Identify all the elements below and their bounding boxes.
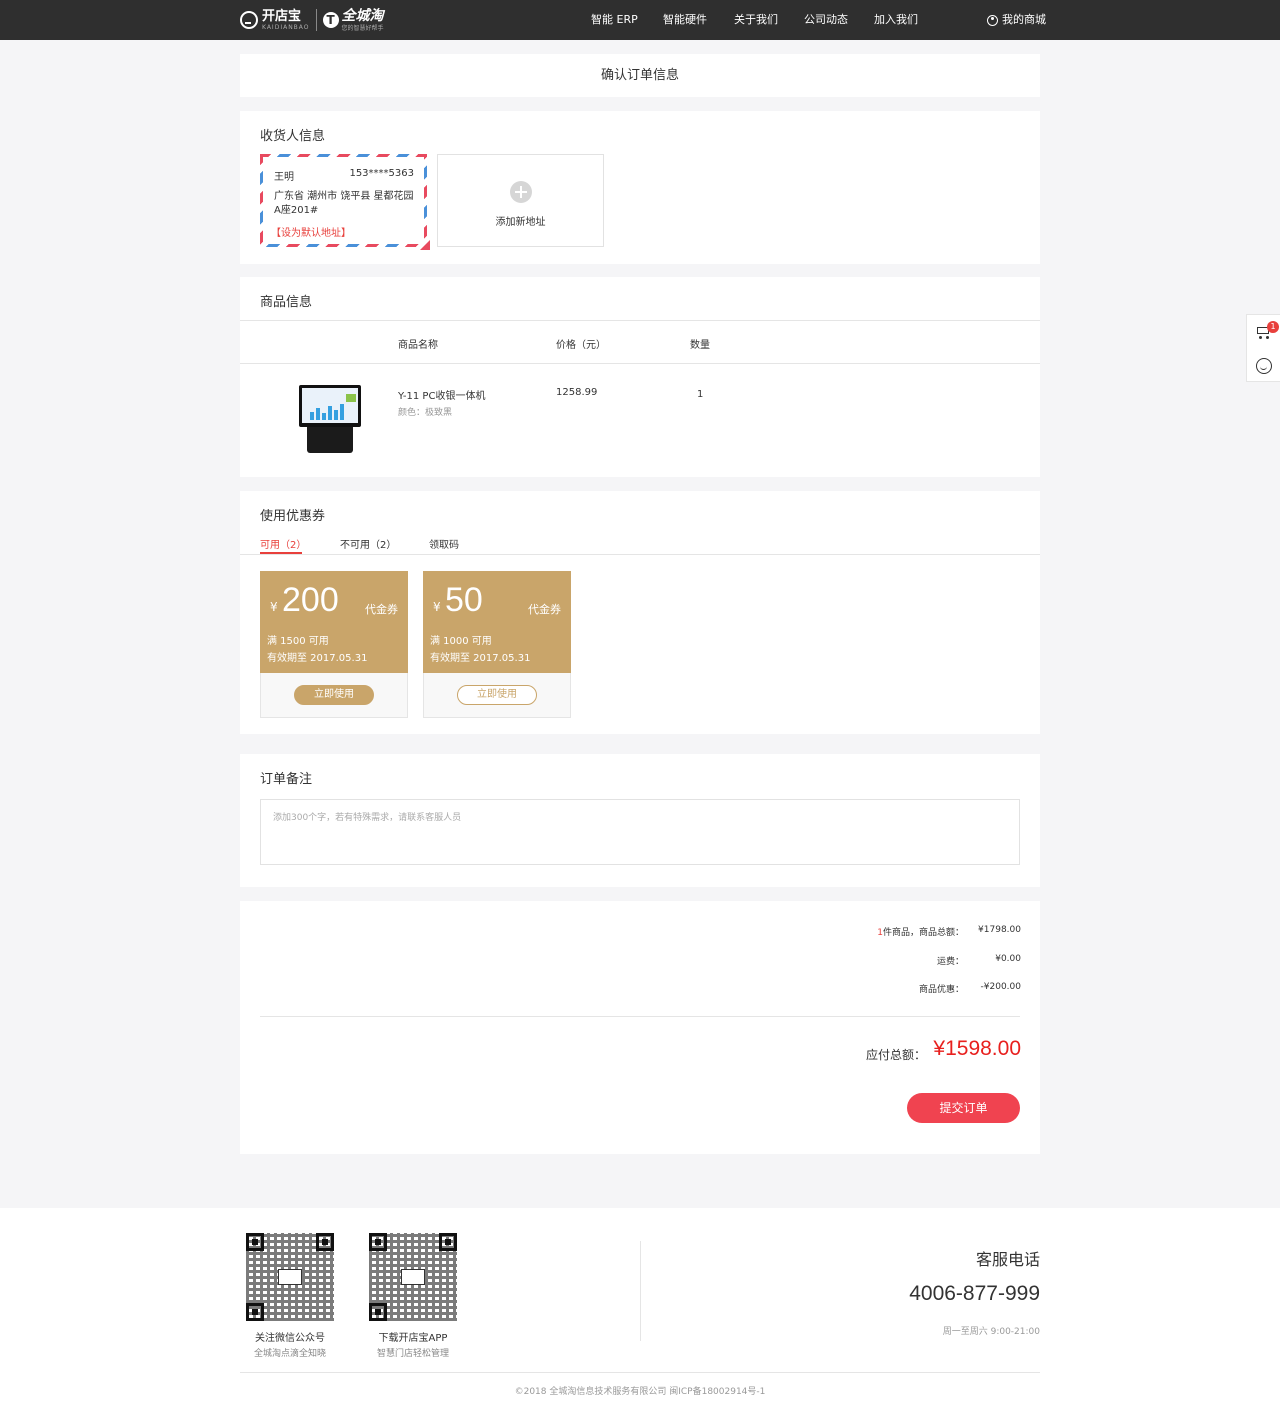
address-section: 收货人信息 王明 153****5363 广东省 潮州市 饶平县 星都花园A座2… xyxy=(240,111,1040,264)
product-price: 1258.99 xyxy=(556,387,598,398)
nav-item-erp[interactable]: 智能 ERP xyxy=(591,0,638,40)
product-quantity: 1 xyxy=(697,389,704,400)
order-summary: 1件商品，商品总额： ¥1798.00 运费： ¥0.00 商品优惠： -¥20… xyxy=(240,901,1040,1154)
copyright: ©2018 全城淘信息技术服务有限公司 闽ICP备18002914号-1 xyxy=(514,1387,766,1397)
qr-subcaption: 智慧门店轻松管理 xyxy=(376,1349,449,1359)
discount-label: 商品优惠： xyxy=(918,985,964,995)
brand-secondary: 全城淘 xyxy=(341,7,384,24)
set-default-address-link[interactable]: 【设为默认地址】 xyxy=(271,224,351,239)
order-remark-input[interactable] xyxy=(260,799,1020,865)
coupon-condition: 满 1000 可用 xyxy=(430,636,492,647)
coupon-card[interactable]: ¥ 50 代金券 满 1000 可用 有效期至 2017.05.31 立即使用 xyxy=(423,571,571,718)
coupon-edge xyxy=(261,668,407,678)
customer-service-icon[interactable] xyxy=(1256,358,1272,374)
nav-item-news[interactable]: 公司动态 xyxy=(804,0,848,40)
kaidianbao-logo-icon xyxy=(240,11,258,29)
goods-total-value: ¥1798.00 xyxy=(978,925,1021,935)
page-title: 确认订单信息 xyxy=(240,54,1040,97)
coupon-validity: 有效期至 2017.05.31 xyxy=(267,653,368,664)
column-header-price: 价格（元） xyxy=(556,340,606,351)
tab-available[interactable]: 可用（2） xyxy=(260,536,306,551)
coupon-edge xyxy=(424,668,570,678)
my-store-link[interactable]: 我的商城 xyxy=(987,0,1046,40)
service-phone: 4006-877-999 xyxy=(909,1282,1040,1305)
remark-section-title: 订单备注 xyxy=(260,772,313,787)
product-name[interactable]: Y-11 PC收银一体机 xyxy=(398,387,485,402)
qr-caption: 下载开店宝APP xyxy=(378,1333,448,1344)
nav-item-about[interactable]: 关于我们 xyxy=(734,0,778,40)
coupon-section-title: 使用优惠券 xyxy=(260,509,326,524)
divider xyxy=(260,1016,1020,1017)
brand-primary: 开店宝 xyxy=(262,9,302,24)
shipping-label: 运费： xyxy=(936,957,964,967)
payable-label: 应付总额： xyxy=(865,1048,926,1062)
add-address-label: 添加新地址 xyxy=(495,217,546,228)
goods-section: 商品信息 商品名称 价格（元） 数量 Y-11 PC收银一体机 颜色：极致黑 1… xyxy=(240,277,1040,477)
qr-caption: 关注微信公众号 xyxy=(255,1333,325,1344)
footer: 关注微信公众号 全城淘点滴全知晓 下载开店宝APP 智慧门店轻松管理 客服电话 … xyxy=(0,1208,1280,1409)
goods-total-label: 1件商品，商品总额： xyxy=(877,928,964,938)
top-navigation-bar: 开店宝 KAIDIANBAO T 全城淘 您的智慧好帮手 智能 ERP 智能硬件… xyxy=(0,0,1280,40)
product-color: 颜色：极致黑 xyxy=(398,408,453,418)
add-address-button[interactable]: 添加新地址 xyxy=(437,154,604,247)
qr-subcaption: 全城淘点滴全知晓 xyxy=(253,1349,326,1359)
address-card-selected[interactable]: 王明 153****5363 广东省 潮州市 饶平县 星都花园A座201# 【设… xyxy=(260,154,430,250)
cart-count-badge: 1 xyxy=(1267,321,1279,333)
footer-divider xyxy=(640,1241,641,1341)
use-coupon-button[interactable]: 立即使用 xyxy=(294,685,374,705)
coupon-type: 代金券 xyxy=(365,603,398,616)
coupon-amount: 50 xyxy=(445,581,483,619)
coupon-currency: ¥ xyxy=(433,600,441,614)
divider xyxy=(240,554,1040,555)
wechat-qr-code xyxy=(246,1233,334,1321)
column-header-qty: 数量 xyxy=(690,340,710,351)
coupon-type: 代金券 xyxy=(528,603,561,616)
plus-icon xyxy=(510,181,532,203)
footer-line xyxy=(240,1372,1040,1373)
submit-order-button[interactable]: 提交订单 xyxy=(907,1093,1020,1123)
brand-primary-sub: KAIDIANBAO xyxy=(262,24,310,31)
goods-section-title: 商品信息 xyxy=(260,295,313,310)
divider xyxy=(240,363,1040,364)
brand-secondary-sub: 您的智慧好帮手 xyxy=(341,24,384,32)
logo-divider xyxy=(315,9,317,31)
selected-check-corner-icon xyxy=(420,240,430,250)
coupon-card[interactable]: ¥ 200 代金券 满 1500 可用 有效期至 2017.05.31 立即使用 xyxy=(260,571,408,718)
divider xyxy=(240,320,1040,321)
my-store-label: 我的商城 xyxy=(1002,13,1046,26)
logo[interactable]: 开店宝 KAIDIANBAO T 全城淘 您的智慧好帮手 xyxy=(240,8,384,32)
service-hours: 周一至周六 9:00-21:00 xyxy=(942,1327,1040,1337)
service-title: 客服电话 xyxy=(975,1250,1040,1269)
nav-item-join[interactable]: 加入我们 xyxy=(874,0,918,40)
column-header-name: 商品名称 xyxy=(398,340,438,351)
recipient-phone: 153****5363 xyxy=(349,168,414,179)
address-section-title: 收货人信息 xyxy=(260,129,326,144)
payable-total: ¥1598.00 xyxy=(933,1037,1021,1060)
coupon-validity: 有效期至 2017.05.31 xyxy=(430,653,531,664)
quanchengtao-logo-icon: T xyxy=(322,12,339,28)
tab-redeem-code[interactable]: 领取码 xyxy=(429,536,459,551)
floating-sidebar: 1 xyxy=(1246,314,1280,382)
recipient-address: 广东省 潮州市 饶平县 星都花园A座201# xyxy=(274,191,414,216)
discount-value: -¥200.00 xyxy=(980,982,1021,992)
app-qr-code xyxy=(369,1233,457,1321)
coupon-amount: 200 xyxy=(282,581,339,619)
tab-unavailable[interactable]: 不可用（2） xyxy=(340,536,396,551)
product-image[interactable] xyxy=(295,381,367,453)
coupon-section: 使用优惠券 可用（2） 不可用（2） 领取码 ¥ 200 代金券 满 1500 … xyxy=(240,491,1040,734)
coupon-currency: ¥ xyxy=(270,600,278,614)
user-icon xyxy=(987,14,998,26)
nav-item-hardware[interactable]: 智能硬件 xyxy=(663,0,707,40)
recipient-name: 王明 xyxy=(274,172,294,183)
shipping-value: ¥0.00 xyxy=(995,954,1021,964)
use-coupon-button[interactable]: 立即使用 xyxy=(457,685,537,705)
remark-section: 订单备注 xyxy=(240,754,1040,887)
coupon-condition: 满 1500 可用 xyxy=(267,636,329,647)
